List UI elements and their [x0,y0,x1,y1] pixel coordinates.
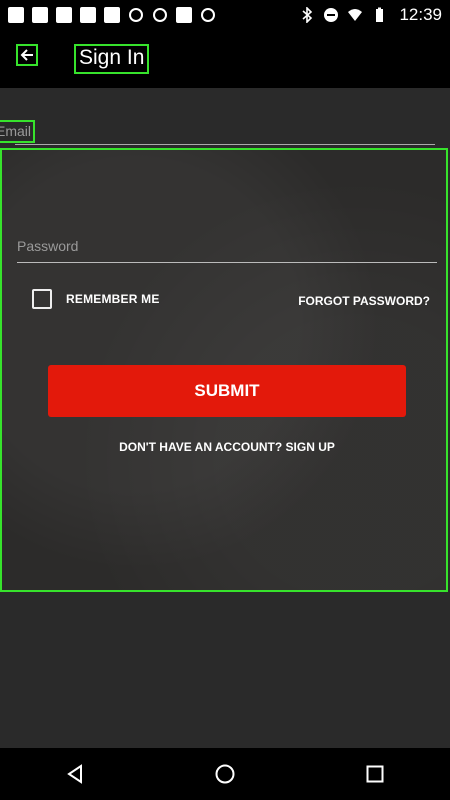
password-underline [17,262,437,263]
sign-up-link[interactable]: DON'T HAVE AN ACCOUNT? SIGN UP [2,440,450,454]
status-bar: 12:39 [0,0,450,30]
app-icon [128,7,144,23]
app-icon [152,7,168,23]
page-title: Sign In [74,44,150,74]
square-icon [176,7,192,23]
home-circle-icon [215,764,235,784]
recents-nav-button[interactable] [362,761,388,787]
status-time: 12:39 [399,5,442,24]
forgot-password-link[interactable]: FORGOT PASSWORD? [298,294,430,308]
square-recents-icon [366,765,384,783]
remember-me-label: REMEMBER ME [66,292,160,306]
status-left-icons [8,7,216,23]
navigation-bar [0,748,450,800]
password-field[interactable]: Password [17,238,437,264]
notification-icon [56,7,72,23]
bluetooth-icon [299,6,315,24]
email-label: Email [0,120,36,143]
submit-button[interactable]: SUBMIT [48,365,406,417]
do-not-disturb-icon [323,7,339,23]
square-icon [104,7,120,23]
email-underline [15,144,435,145]
notification-icon [32,7,48,23]
back-nav-button[interactable] [62,761,88,787]
home-nav-button[interactable] [212,761,238,787]
triangle-back-icon [67,764,82,784]
remember-me[interactable]: REMEMBER ME [32,289,160,309]
remember-me-checkbox[interactable] [32,289,52,309]
battery-icon [371,7,387,23]
back-arrow-icon [20,49,33,61]
back-button[interactable] [16,44,38,66]
app-icon [200,7,216,23]
notification-icon [8,7,24,23]
notification-icon [80,7,96,23]
content-area: Email Password REMEMBER ME FORGOT PASSWO… [0,88,450,748]
status-right-icons: 12:39 [299,5,442,25]
sign-in-form: Password REMEMBER ME FORGOT PASSWORD? SU… [0,148,448,592]
wifi-icon [347,7,363,23]
email-field[interactable] [15,116,435,144]
app-bar: Sign In [0,30,450,88]
